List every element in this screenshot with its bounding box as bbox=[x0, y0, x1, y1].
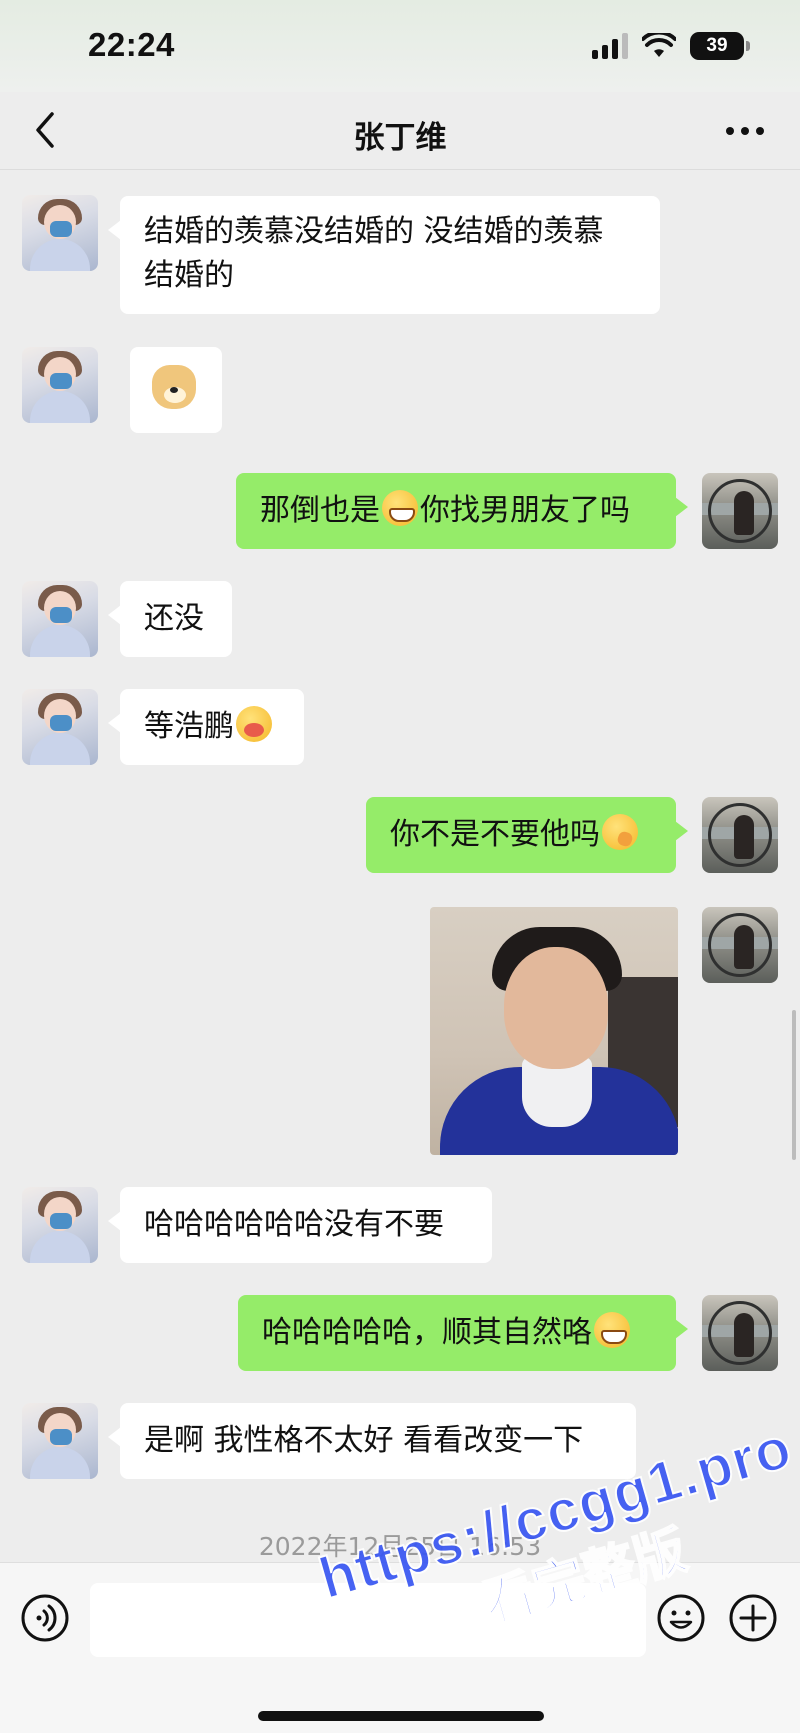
facepalm-emoji-icon bbox=[236, 706, 272, 742]
shy-emoji-icon bbox=[602, 814, 638, 850]
contact-avatar[interactable] bbox=[22, 581, 98, 657]
message-text-input[interactable] bbox=[90, 1583, 646, 1657]
chat-header: 张丁维 bbox=[0, 92, 800, 170]
message-text: 你找男朋友了吗 bbox=[420, 493, 630, 528]
home-indicator[interactable] bbox=[258, 1711, 544, 1721]
sent-message-bubble[interactable]: 哈哈哈哈哈，顺其自然咯 bbox=[238, 1295, 688, 1371]
voice-input-icon[interactable] bbox=[20, 1593, 70, 1643]
message-text: 还没 bbox=[144, 601, 204, 636]
message-text: 等浩鹏 bbox=[144, 709, 234, 744]
sent-message-bubble[interactable]: 你不是不要他吗 bbox=[366, 797, 688, 873]
more-options-icon[interactable] bbox=[722, 116, 768, 146]
contact-avatar[interactable] bbox=[22, 689, 98, 765]
contact-avatar[interactable] bbox=[22, 1403, 98, 1479]
add-attachment-plus-icon[interactable] bbox=[728, 1593, 778, 1643]
contact-name-title: 张丁维 bbox=[353, 120, 447, 156]
wifi-icon bbox=[642, 33, 676, 57]
message-text: 哈哈哈哈哈哈没有不要 bbox=[144, 1207, 444, 1242]
contact-avatar[interactable] bbox=[22, 195, 98, 271]
my-avatar[interactable] bbox=[702, 907, 778, 983]
grin-emoji-icon bbox=[594, 1312, 630, 1348]
status-bar: 22:24 39 bbox=[0, 0, 800, 92]
message-text: 结婚的羡慕没结婚的 没结婚的羡慕 bbox=[144, 214, 604, 249]
contact-avatar[interactable] bbox=[22, 1187, 98, 1263]
sent-message-bubble[interactable]: 那倒也是 你找男朋友了吗 bbox=[236, 473, 688, 549]
cellular-signal-icon bbox=[592, 33, 628, 59]
status-icons: 39 bbox=[592, 32, 750, 60]
message-text: 那倒也是 bbox=[260, 493, 380, 528]
doge-sticker-icon bbox=[152, 365, 196, 409]
message-input-bar bbox=[0, 1562, 800, 1733]
photo-message[interactable] bbox=[430, 907, 678, 1155]
message-text: 哈哈哈哈哈，顺其自然咯 bbox=[262, 1315, 592, 1350]
my-avatar[interactable] bbox=[702, 473, 778, 549]
emoji-picker-icon[interactable] bbox=[656, 1593, 706, 1643]
grin-emoji-icon bbox=[382, 490, 418, 526]
contact-avatar[interactable] bbox=[22, 347, 98, 423]
received-message-bubble[interactable]: 哈哈哈哈哈哈没有不要 bbox=[108, 1187, 492, 1263]
received-message-bubble[interactable]: 等浩鹏 bbox=[108, 689, 304, 765]
chat-timestamp: 2022年12月25日 16:53 bbox=[258, 1532, 542, 1561]
received-message-bubble[interactable]: 还没 bbox=[108, 581, 232, 657]
chat-message-list[interactable]: 结婚的羡慕没结婚的 没结婚的羡慕 结婚的 那倒也是 你找男朋友了吗 还没 等浩鹏 … bbox=[0, 171, 800, 1561]
battery-icon: 39 bbox=[690, 32, 750, 60]
message-text: 是啊 我性格不太好 看看改变一下 bbox=[144, 1423, 584, 1458]
received-message-bubble[interactable]: 是啊 我性格不太好 看看改变一下 bbox=[108, 1403, 636, 1479]
my-avatar[interactable] bbox=[702, 797, 778, 873]
my-avatar[interactable] bbox=[702, 1295, 778, 1371]
received-message-bubble[interactable]: 结婚的羡慕没结婚的 没结婚的羡慕 结婚的 bbox=[108, 196, 660, 314]
message-text-line-2: 结婚的 bbox=[144, 258, 234, 293]
scrollbar[interactable] bbox=[792, 1010, 796, 1160]
doge-sticker-message[interactable] bbox=[130, 347, 222, 433]
clock-time: 22:24 bbox=[88, 26, 175, 63]
message-text: 你不是不要他吗 bbox=[390, 817, 600, 852]
